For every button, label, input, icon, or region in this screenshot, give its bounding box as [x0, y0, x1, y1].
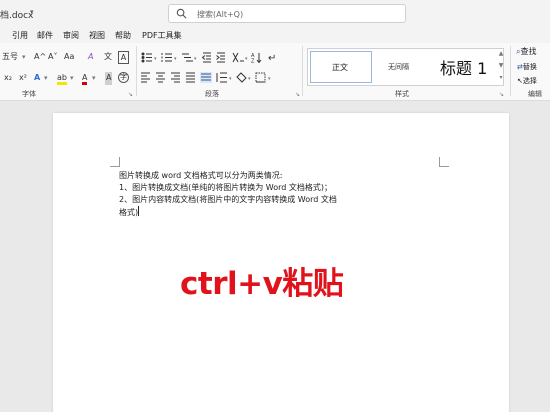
- margin-mark-top-right: [439, 157, 449, 167]
- select-label: 选择: [522, 77, 537, 85]
- style-no-spacing[interactable]: 无间隔: [388, 62, 409, 72]
- document-body[interactable]: 图片转换成 word 文档格式可以分为两类情况: 1、图片转换成文档(单纯的将图…: [119, 170, 359, 219]
- svg-text:Z: Z: [251, 59, 255, 64]
- text-effects-dropdown-icon[interactable]: ▾: [44, 72, 48, 85]
- svg-text:▾: ▾: [154, 56, 157, 62]
- bullets-icon: [141, 52, 152, 63]
- tab-references[interactable]: 引用: [12, 30, 28, 41]
- style-normal[interactable]: 正文: [310, 51, 372, 83]
- styles-down-icon[interactable]: ▼: [496, 60, 506, 72]
- style-heading1[interactable]: 标题 1: [440, 55, 487, 79]
- svg-text:↵: ↵: [268, 53, 276, 63]
- styles-up-icon[interactable]: ▲: [496, 48, 506, 60]
- subscript-button[interactable]: x₂: [4, 72, 12, 85]
- document-title[interactable]: 档.docx: [0, 8, 33, 21]
- shading-icon: [236, 72, 247, 83]
- styles-more-icon[interactable]: ▾: [496, 72, 506, 84]
- search-placeholder: 搜索(Alt+Q): [197, 10, 244, 19]
- multilevel-list-icon: [182, 53, 193, 62]
- styles-group-label: 样式: [395, 90, 409, 98]
- align-center-icon: [156, 72, 165, 83]
- group-divider: [302, 46, 303, 96]
- document-line-text: 格式): [119, 208, 139, 217]
- numbering-icon: [161, 53, 172, 62]
- font-color-button[interactable]: A: [82, 72, 88, 85]
- document-page[interactable]: 图片转换成 word 文档格式可以分为两类情况: 1、图片转换成文档(单纯的将图…: [53, 113, 509, 412]
- show-marks-icon: ↵: [268, 53, 276, 63]
- asian-layout-icon: [232, 52, 244, 63]
- font-size-dropdown-icon[interactable]: ▾: [22, 51, 26, 64]
- font-group-label: 字体: [22, 90, 36, 98]
- find-button[interactable]: ⌕查找: [516, 46, 536, 59]
- document-line: 1、图片转换成文档(单纯的将图片转换为 Word 文档格式)；: [119, 183, 332, 192]
- styles-gallery: 正文 无间隔 标题 1: [307, 48, 504, 86]
- styles-dialog-launcher-icon[interactable]: ↘: [499, 91, 504, 98]
- style-normal-label: 正文: [332, 63, 348, 72]
- editing-group-label: 编辑: [528, 90, 542, 98]
- align-left-icon: [141, 72, 150, 83]
- change-case-button[interactable]: Aa: [64, 51, 74, 64]
- enclose-char-button[interactable]: 字: [118, 72, 129, 83]
- increase-indent-icon: [216, 52, 225, 63]
- text-cursor: [138, 206, 140, 216]
- paragraph-row1-icons[interactable]: ▾ ▾ ▾ ▾ A Z ↵: [141, 52, 281, 63]
- svg-text:▾: ▾: [268, 76, 271, 82]
- tab-view[interactable]: 视图: [89, 30, 105, 41]
- highlight-button[interactable]: ab: [57, 72, 67, 85]
- font-size-select[interactable]: 五号: [2, 51, 18, 64]
- font-dialog-launcher-icon[interactable]: ↘: [128, 91, 133, 98]
- decrease-indent-icon: [201, 52, 211, 63]
- tab-review[interactable]: 审阅: [63, 30, 79, 41]
- distributed-icon: [200, 72, 212, 83]
- margin-mark-top-left: [110, 157, 120, 167]
- justify-icon: [186, 72, 195, 83]
- paragraph-group-label: 段落: [205, 90, 219, 98]
- svg-text:▾: ▾: [245, 56, 248, 62]
- svg-text:▾: ▾: [174, 56, 177, 62]
- find-label: 查找: [520, 47, 537, 56]
- paragraph-row2-icons[interactable]: ▾ ▾ ▾: [141, 72, 291, 83]
- text-effects-button[interactable]: A: [34, 72, 40, 85]
- document-line: 图片转换成 word 文档格式可以分为两类情况:: [119, 171, 283, 180]
- char-shading-button[interactable]: A: [105, 72, 113, 85]
- document-canvas: 图片转换成 word 文档格式可以分为两类情况: 1、图片转换成文档(单纯的将图…: [0, 101, 550, 412]
- replace-button[interactable]: ⇄替换: [517, 61, 537, 74]
- search-box[interactable]: 搜索(Alt+Q): [168, 4, 406, 23]
- borders-icon: [255, 72, 266, 83]
- tab-help[interactable]: 帮助: [115, 30, 131, 41]
- ribbon-tabs: 引用 邮件 审阅 视图 帮助 PDF工具集: [0, 27, 550, 43]
- align-right-icon: [171, 72, 180, 83]
- search-icon: [176, 8, 187, 19]
- replace-label: 替换: [522, 63, 537, 71]
- highlight-dropdown-icon[interactable]: ▾: [70, 72, 74, 85]
- svg-text:▾: ▾: [248, 76, 251, 82]
- title-dropdown-icon[interactable]: ▾: [30, 8, 34, 16]
- group-divider: [510, 46, 511, 96]
- sort-icon: A Z: [251, 53, 262, 64]
- select-button[interactable]: ↖选择: [517, 75, 537, 88]
- svg-text:▾: ▾: [229, 76, 232, 82]
- svg-text:▾: ▾: [194, 56, 197, 62]
- paragraph-dialog-launcher-icon[interactable]: ↘: [295, 91, 300, 98]
- shrink-font-button[interactable]: A˅: [48, 51, 57, 64]
- document-line: 2、图片内容转成文档(将图片中的文字内容转换成 Word 文档: [119, 195, 337, 204]
- paste-hint-overlay: ctrl+v粘贴: [180, 266, 344, 302]
- ribbon: 五号 ▾ A^ A˅ Aa A 文 A x₂ x² A ▾ ab ▾ A ▾ A…: [0, 43, 550, 101]
- clear-formatting-button[interactable]: A: [88, 51, 93, 64]
- font-color-dropdown-icon[interactable]: ▾: [92, 72, 96, 85]
- group-divider: [136, 46, 137, 96]
- title-bar: 档.docx ▾ 搜索(Alt+Q): [0, 0, 550, 27]
- char-border-button[interactable]: A: [118, 51, 129, 64]
- styles-scroll[interactable]: ▲ ▼ ▾: [496, 48, 506, 86]
- superscript-button[interactable]: x²: [19, 72, 27, 85]
- tab-mailings[interactable]: 邮件: [37, 30, 53, 41]
- document-line-last: 格式): [119, 206, 359, 219]
- tab-pdf-tools[interactable]: PDF工具集: [142, 30, 182, 41]
- phonetic-guide-button[interactable]: 文: [104, 51, 112, 64]
- line-spacing-icon: [216, 72, 227, 83]
- grow-font-button[interactable]: A^: [34, 51, 46, 64]
